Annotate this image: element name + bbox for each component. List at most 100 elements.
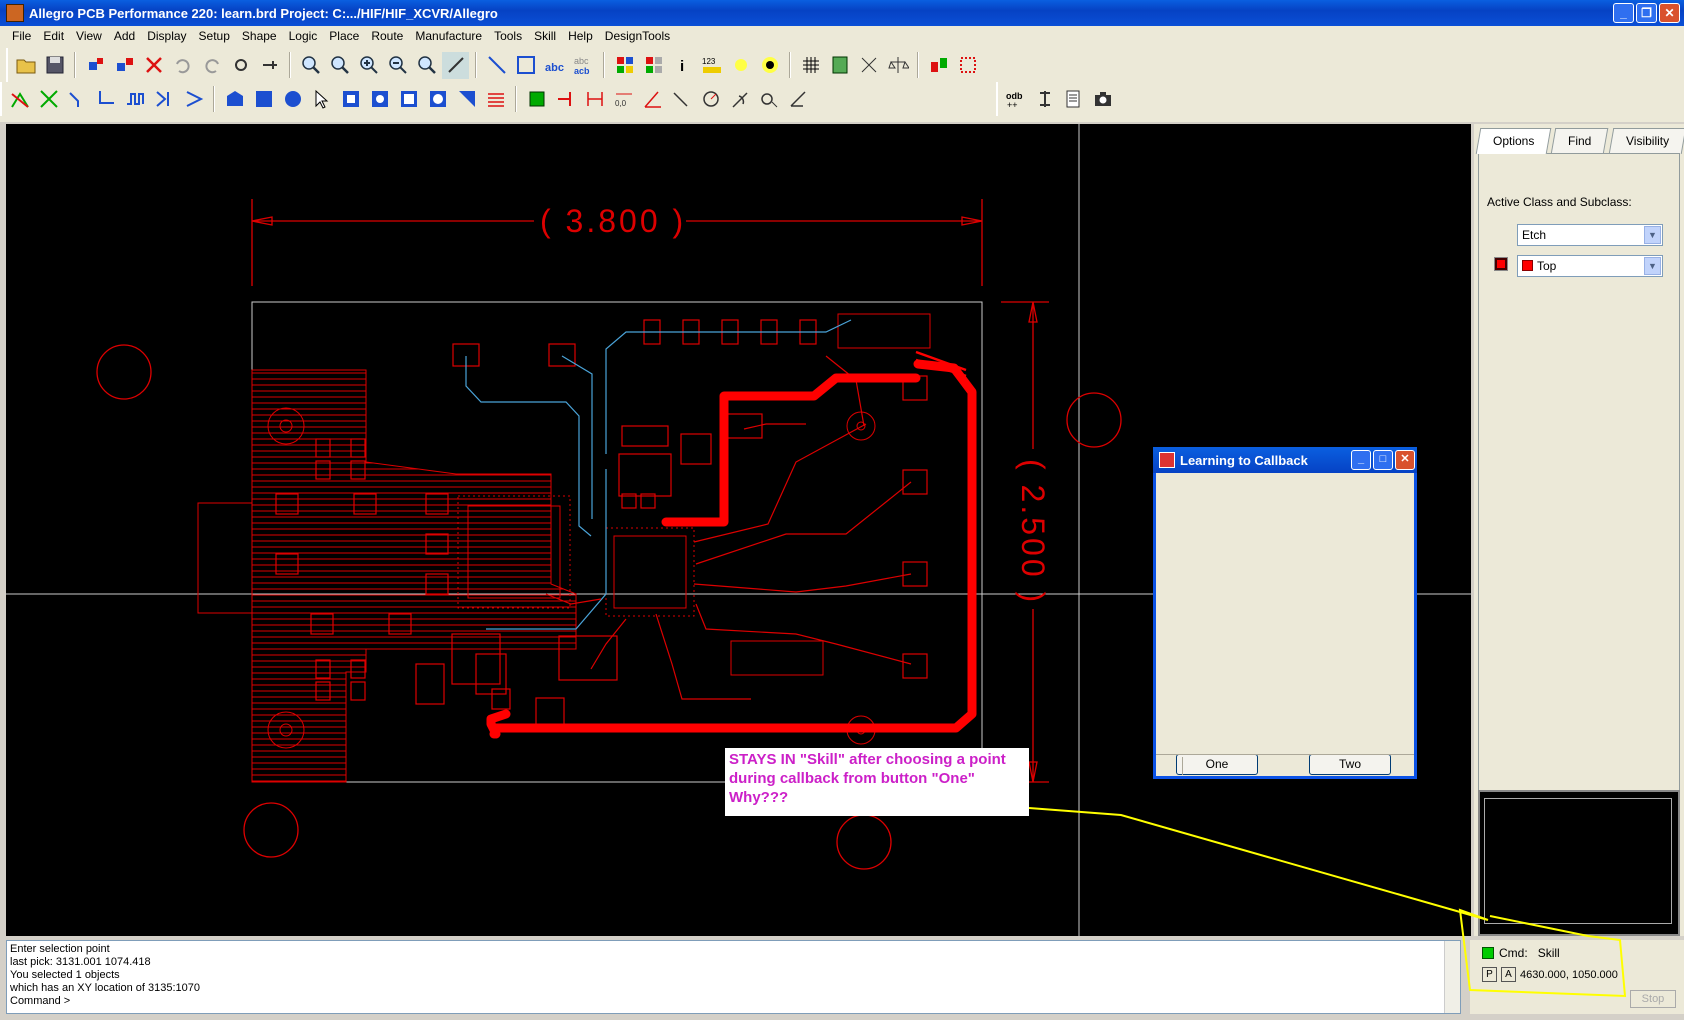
custom-smooth-icon[interactable] [93,86,120,113]
menu-file[interactable]: File [6,29,37,43]
shape-poly-icon[interactable] [221,86,248,113]
console-line: Enter selection point [10,943,110,955]
shape-edit-icon[interactable] [366,86,393,113]
menu-add[interactable]: Add [108,29,141,43]
edit-text-icon[interactable]: abc acb [570,52,597,79]
menu-display[interactable]: Display [141,29,192,43]
component-icon[interactable] [954,52,981,79]
stop-button[interactable]: Stop [1630,990,1676,1008]
camera-icon[interactable] [1089,86,1116,113]
dialog-maximize-button[interactable]: □ [1373,450,1393,470]
menu-route[interactable]: Route [365,29,409,43]
menu-tools[interactable]: Tools [488,29,528,43]
spread-icon[interactable] [180,86,207,113]
dim-chamfer-icon[interactable] [668,86,695,113]
report-icon[interactable] [1060,86,1087,113]
minimize-button[interactable]: _ [1613,3,1634,23]
menu-skill[interactable]: Skill [528,29,562,43]
close-button[interactable]: ✕ [1659,3,1680,23]
highlight-icon[interactable] [727,52,754,79]
add-rect-icon[interactable] [512,52,539,79]
menu-help[interactable]: Help [562,29,599,43]
slide-icon[interactable] [64,86,91,113]
command-console[interactable]: Enter selection point last pick: 3131.00… [6,940,1461,1014]
subclass-select[interactable]: Top ▼ [1517,255,1663,277]
undo-icon[interactable] [169,52,196,79]
select-shape-icon[interactable] [308,86,335,113]
tab-options[interactable]: Options [1475,128,1552,154]
pick-mode-p-button[interactable]: P [1482,967,1497,982]
class-select[interactable]: Etch ▼ [1517,224,1663,246]
shape-circle-icon[interactable] [279,86,306,113]
copy-icon[interactable] [111,52,138,79]
dim-spacing-icon[interactable] [581,86,608,113]
measure-icon[interactable]: 123 [698,52,725,79]
dim-leader-icon[interactable] [726,86,753,113]
layers-icon[interactable] [826,52,853,79]
pick-mode-a-button[interactable]: A [1501,967,1516,982]
dim-diameter-icon[interactable] [755,86,782,113]
dialog-minimize-button[interactable]: _ [1351,450,1371,470]
shape-manual-void-icon[interactable] [424,86,451,113]
pin-icon[interactable] [256,52,283,79]
dehighlight-icon[interactable] [756,52,783,79]
dim-balloon-icon[interactable] [784,86,811,113]
zoom-icon[interactable] [326,52,353,79]
menu-shape[interactable]: Shape [236,29,283,43]
redo-icon[interactable] [198,52,225,79]
delete-icon[interactable] [140,52,167,79]
dimension-icon[interactable] [523,86,550,113]
menu-view[interactable]: View [70,29,108,43]
menu-designtools[interactable]: DesignTools [599,29,676,43]
shape-merge-icon[interactable] [395,86,422,113]
shape-params-icon[interactable] [482,86,509,113]
zoom-in-icon[interactable] [355,52,382,79]
dim-radius-icon[interactable] [697,86,724,113]
menu-setup[interactable]: Setup [193,29,236,43]
shape-void-icon[interactable] [337,86,364,113]
odb-icon[interactable]: odb ++ [1002,86,1029,113]
console-scrollbar[interactable] [1444,941,1460,1013]
fanout-icon[interactable] [151,86,178,113]
zoom-previous-icon[interactable] [413,52,440,79]
visibility-icon[interactable] [640,52,667,79]
chevron-down-icon[interactable]: ▼ [1644,257,1661,275]
save-icon[interactable] [41,52,68,79]
tab-visibility[interactable]: Visibility [1608,128,1684,154]
grid-icon[interactable] [797,52,824,79]
menu-edit[interactable]: Edit [37,29,70,43]
tab-find[interactable]: Find [1551,128,1609,154]
add-line-icon[interactable] [483,52,510,79]
dim-datum-icon[interactable]: 0,0 [610,86,637,113]
add-text-icon[interactable]: abc [541,52,568,79]
delay-tune-icon[interactable] [122,86,149,113]
redraw-icon[interactable] [442,51,469,79]
menu-manufacture[interactable]: Manufacture [409,29,488,43]
dialog-close-button[interactable]: ✕ [1395,450,1415,470]
menu-logic[interactable]: Logic [283,29,324,43]
ratsnest-icon[interactable] [855,52,882,79]
restore-button[interactable]: ❐ [1636,3,1657,23]
swap-icon[interactable] [925,52,952,79]
dialog-title-bar[interactable]: Learning to Callback _ □ ✕ [1153,447,1417,473]
world-view-minimap[interactable] [1478,790,1680,936]
dim-linear-icon[interactable] [552,86,579,113]
shape-rect-icon[interactable] [250,86,277,113]
open-icon[interactable] [12,52,39,79]
zoom-out-icon[interactable] [384,52,411,79]
done-icon[interactable] [227,52,254,79]
move-icon[interactable] [82,52,109,79]
menu-place[interactable]: Place [323,29,365,43]
route-icon[interactable] [6,86,33,113]
zoom-fit-icon[interactable] [297,52,324,79]
dim-angle-icon[interactable] [639,86,666,113]
probe-icon[interactable] [1031,86,1058,113]
info-icon[interactable]: i [669,52,696,79]
color-icon[interactable] [611,52,638,79]
console-prompt[interactable]: Command > [10,995,1457,1008]
chevron-down-icon[interactable]: ▼ [1644,226,1661,244]
layer-color-swatch[interactable] [1494,257,1508,271]
shape-corner-icon[interactable] [453,86,480,113]
connect-icon[interactable] [35,86,62,113]
balance-icon[interactable] [884,52,911,79]
